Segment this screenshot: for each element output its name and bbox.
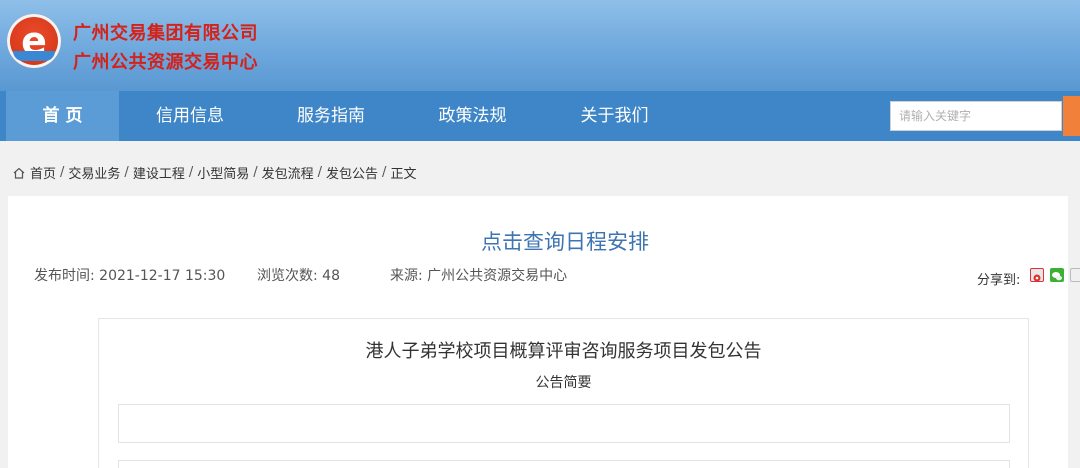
logo-swoosh [13,51,55,61]
document-title: 港人子弟学校项目概算评审咨询服务项目发包公告 [365,341,762,362]
wechat-icon[interactable] [1050,268,1064,282]
source-label: 来源: [390,268,423,284]
summary-box [118,404,1010,443]
publish-label: 发布时间: [34,268,95,284]
nav-item-policies[interactable]: 政策法规 [401,91,544,141]
breadcrumb-separator: / [253,165,258,180]
breadcrumb-construction[interactable]: 建设工程 [133,163,185,182]
source-value: 广州公共资源交易中心 [427,268,568,284]
home-icon [13,167,25,179]
breadcrumb-trading[interactable]: 交易业务 [68,163,120,182]
breadcrumb-small-simple[interactable]: 小型简易 [197,163,249,182]
more-share-icon[interactable] [1070,268,1080,282]
nav-item-service-guide[interactable]: 服务指南 [261,91,401,141]
views-label: 浏览次数: [257,268,318,284]
site-logo[interactable]: e [7,14,61,68]
site-header: e 广州交易集团有限公司 广州公共资源交易中心 [0,0,1080,91]
org-name-line1: 广州交易集团有限公司 [73,23,258,44]
breadcrumb-separator: / [382,165,387,180]
details-box [118,460,1010,468]
breadcrumb-process[interactable]: 发包流程 [262,163,314,182]
search-input[interactable]: 请输入关键字 [890,101,1062,131]
share-label: 分享到: [977,273,1021,288]
breadcrumb-home[interactable]: 首页 [30,163,56,182]
article-title[interactable]: 点击查询日程安排 [0,226,1080,256]
nav-item-credit-info[interactable]: 信用信息 [119,91,261,141]
main-nav: 首 页 信用信息 服务指南 政策法规 关于我们 请输入关键字 [0,91,1080,141]
nav-item-about-us[interactable]: 关于我们 [544,91,685,141]
source: 来源: 广州公共资源交易中心 [390,265,567,285]
breadcrumb-separator: / [60,165,65,180]
breadcrumb-separator: / [124,165,129,180]
org-name-line2: 广州公共资源交易中心 [73,52,258,73]
publish-time: 发布时间: 2021-12-17 15:30 [34,265,225,285]
breadcrumb-separator: / [188,165,194,180]
breadcrumb-separator: / [317,165,323,180]
view-count: 浏览次数: 48 [257,265,340,285]
document-subtitle: 公告简要 [535,375,592,391]
breadcrumb-announcement[interactable]: 发包公告 [326,163,378,182]
publish-value: 2021-12-17 15:30 [99,268,226,284]
breadcrumb: 首页 / 交易业务 / 建设工程 / 小型简易 / 发包流程 / 发包公告 / … [12,163,416,182]
views-value: 48 [322,268,340,284]
breadcrumb-current: 正文 [390,167,417,182]
nav-item-home[interactable]: 首 页 [6,91,119,141]
search-button[interactable] [1063,96,1080,136]
weibo-icon[interactable] [1030,268,1044,282]
